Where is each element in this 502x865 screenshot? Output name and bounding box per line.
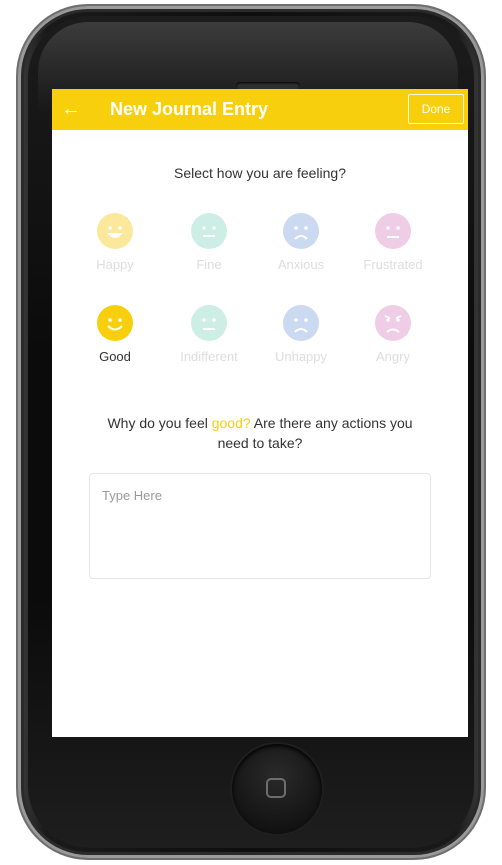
annoyed-face-icon — [375, 213, 411, 249]
app-bar: ← New Journal Entry Done — [52, 89, 468, 130]
mood-label: Frustrated — [363, 257, 423, 272]
smile-face-icon — [97, 305, 133, 341]
worried-face-icon — [283, 213, 319, 249]
mood-option-anxious[interactable]: Anxious — [258, 213, 344, 272]
page-title: New Journal Entry — [110, 99, 269, 119]
home-square-icon — [266, 778, 286, 798]
mood-label: Anxious — [277, 257, 325, 272]
mood-option-fine[interactable]: Fine — [166, 213, 252, 272]
done-button[interactable]: Done — [408, 94, 464, 124]
angry-face-icon — [375, 305, 411, 341]
mood-label: Unhappy — [274, 349, 328, 364]
sad-face-icon — [283, 305, 319, 341]
grin-face-icon — [97, 213, 133, 249]
mood-option-unhappy[interactable]: Unhappy — [258, 305, 344, 364]
mood-option-indifferent[interactable]: Indifferent — [166, 305, 252, 364]
arrow-left-icon[interactable]: ← — [60, 98, 82, 120]
mood-option-frustrated[interactable]: Frustrated — [350, 213, 436, 272]
mood-label: Angry — [376, 349, 410, 364]
mood-label: Fine — [196, 257, 222, 272]
mood-option-angry[interactable]: Angry — [350, 305, 436, 364]
mood-label: Good — [99, 349, 131, 364]
home-button[interactable] — [232, 744, 322, 834]
mood-label: Indifferent — [180, 349, 238, 364]
mood-label: Happy — [96, 257, 134, 272]
flat-face-icon — [191, 305, 227, 341]
question-mood-highlight: good? — [211, 415, 251, 431]
journal-entry-placeholder: Type Here — [102, 488, 162, 503]
reflection-question: Why do you feel good? Are there any acti… — [92, 413, 428, 453]
neutral-face-icon — [191, 213, 227, 249]
mood-option-happy[interactable]: Happy — [72, 213, 158, 272]
mood-option-good[interactable]: Good — [72, 305, 158, 364]
journal-entry-field[interactable]: Type Here — [89, 473, 431, 579]
app-screen: ← New Journal Entry Done Select how you … — [52, 89, 468, 737]
mood-prompt: Select how you are feeling? — [174, 165, 346, 181]
question-text-start: Why do you feel — [107, 415, 212, 431]
